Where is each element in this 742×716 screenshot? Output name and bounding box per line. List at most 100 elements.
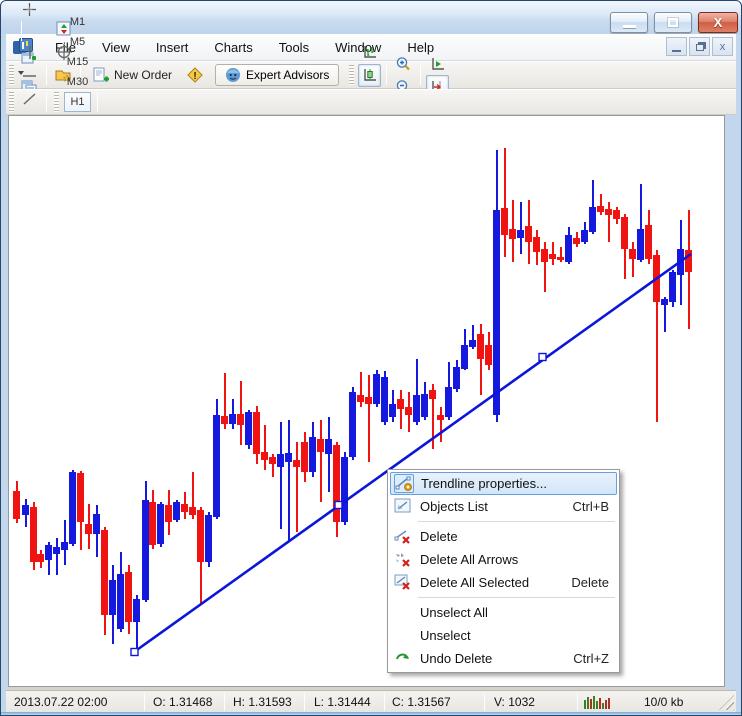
crosshair-button[interactable] [18, 0, 41, 21]
delete-icon [393, 527, 413, 545]
objects-list-icon [393, 497, 413, 515]
mdi-restore-button[interactable] [689, 37, 710, 56]
bar-chart-icon [362, 44, 378, 60]
context-menu-shortcut: Ctrl+B [573, 499, 609, 514]
timeframe-M5[interactable]: M5 [64, 32, 91, 52]
close-icon: X [714, 16, 723, 29]
expert-advisors-icon [225, 67, 241, 83]
mdi-close-button[interactable]: x [712, 37, 733, 56]
delete-selected-icon [393, 573, 413, 591]
context-menu-label: Unselect [420, 628, 609, 643]
trendline-icon [22, 92, 37, 106]
toolbar-grip[interactable] [9, 65, 14, 86]
candlestick-chart-button[interactable] [358, 64, 381, 87]
context-menu-label: Delete All Arrows [420, 552, 609, 567]
standard-toolbar: New Order ! Expert Advisors [6, 61, 736, 89]
exclamation-icon: ! [186, 66, 204, 84]
mdi-minimize-icon [672, 50, 681, 52]
context-menu-shortcut: Ctrl+Z [573, 651, 609, 666]
context-menu-item-trendline-properties[interactable]: Trendline properties... [390, 472, 617, 495]
context-menu-item-unselect[interactable]: Unselect [390, 624, 617, 647]
menu-insert[interactable]: Insert [143, 36, 202, 59]
context-menu-label: Objects List [420, 499, 561, 514]
mt4-window: X File View Insert Charts Tools Window H… [0, 0, 742, 716]
mdi-controls: x [666, 37, 733, 56]
title-bar[interactable]: X [1, 1, 741, 34]
menu-tools[interactable]: Tools [266, 36, 322, 59]
toolbar-separator [420, 65, 421, 85]
toolbar-separator [97, 92, 98, 112]
status-open: O: 1.31468 [153, 695, 212, 709]
timeframe-H1[interactable]: H1 [64, 92, 91, 112]
context-menu-item-delete-all-selected[interactable]: Delete All Selected Delete [390, 571, 617, 594]
expert-advisors-button[interactable]: Expert Advisors [215, 64, 339, 86]
resize-grip[interactable] [719, 695, 734, 710]
context-menu-item-delete-all-arrows[interactable]: Delete All Arrows [390, 548, 617, 571]
context-menu-item-delete[interactable]: Delete [390, 525, 617, 548]
status-high: H: 1.31593 [233, 695, 292, 709]
context-menu-separator [418, 521, 615, 522]
drawing-toolbar: EFAT M1M5M15M30H1H4D1W1MN [6, 89, 736, 115]
zoom-in-icon [395, 56, 412, 72]
context-menu-label: Undo Delete [420, 651, 561, 666]
window-close-button[interactable]: X [698, 12, 738, 33]
context-menu-label: Delete All Selected [420, 575, 559, 590]
minimize-icon [623, 25, 636, 28]
status-close: C: 1.31567 [392, 695, 451, 709]
window-bottom-border [1, 712, 741, 716]
status-traffic: 10/0 kb [644, 695, 683, 709]
timeframe-M15[interactable]: M15 [64, 52, 91, 72]
timeframe-M30[interactable]: M30 [64, 72, 91, 92]
status-low: L: 1.31444 [314, 695, 371, 709]
mdi-close-icon: x [720, 41, 726, 53]
context-menu-separator [418, 597, 615, 598]
menu-view[interactable]: View [89, 36, 143, 59]
svg-text:!: ! [193, 71, 196, 82]
toolbar-grip[interactable] [9, 92, 14, 111]
zoom-in-button[interactable] [392, 52, 415, 75]
connection-histogram-icon [584, 695, 610, 709]
horizontal-line-button[interactable] [18, 64, 41, 87]
context-menu-item-objects-list[interactable]: Objects List Ctrl+B [390, 495, 617, 518]
alert-button[interactable]: ! [183, 64, 206, 87]
undo-icon [393, 649, 413, 667]
mdi-minimize-button[interactable] [666, 37, 687, 56]
new-order-button[interactable]: New Order [85, 65, 179, 86]
candlestick-chart-icon [362, 67, 378, 83]
delete-arrows-icon [393, 550, 413, 568]
trendline-anchor[interactable] [335, 502, 342, 509]
context-menu-label: Trendline properties... [421, 476, 608, 491]
context-menu-label: Delete [420, 529, 609, 544]
context-menu-label: Unselect All [420, 605, 609, 620]
trendline-anchor[interactable] [539, 354, 546, 361]
toolbar-grip[interactable] [349, 65, 354, 86]
expert-advisors-label: Expert Advisors [246, 68, 329, 82]
status-bar: 2013.07.22 02:00 O: 1.31468 H: 1.31593 L… [6, 690, 736, 712]
context-menu-item-unselect-all[interactable]: Unselect All [390, 601, 617, 624]
menu-charts[interactable]: Charts [201, 36, 265, 59]
new-order-label: New Order [114, 68, 172, 82]
status-volume: V: 1032 [494, 695, 535, 709]
trendline-anchor[interactable] [131, 649, 138, 656]
toolbar-grip[interactable] [54, 92, 59, 111]
window-minimize-button[interactable] [610, 12, 648, 33]
vertical-line-icon [23, 45, 37, 60]
toolbar-separator [46, 65, 47, 85]
horizontal-line-icon [22, 69, 37, 83]
trendline-properties-icon [394, 474, 414, 493]
status-datetime: 2013.07.22 02:00 [14, 695, 107, 709]
trendline-button[interactable] [18, 87, 41, 110]
bar-chart-button[interactable] [358, 41, 381, 64]
auto-scroll-button[interactable] [426, 52, 449, 75]
timeframe-M1[interactable]: M1 [64, 12, 91, 32]
window-maximize-button[interactable] [654, 12, 692, 33]
chart-context-menu: Trendline properties... Objects List Ctrl+… [387, 469, 620, 673]
mdi-restore-icon [696, 44, 704, 51]
toolbar-separator [386, 65, 387, 85]
context-menu-shortcut: Delete [571, 575, 609, 590]
maximize-icon [668, 18, 678, 27]
toolbar-separator [21, 21, 22, 41]
vertical-line-button[interactable] [18, 41, 41, 64]
new-order-icon [92, 67, 109, 84]
context-menu-item-undo-delete[interactable]: Undo Delete Ctrl+Z [390, 647, 617, 670]
